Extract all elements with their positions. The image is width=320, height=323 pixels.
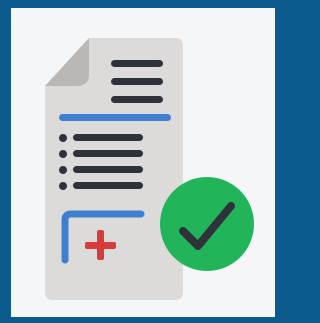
bullet-dot-3 — [59, 166, 67, 174]
icon-canvas — [11, 8, 275, 317]
plus-horizontal — [85, 242, 116, 249]
list-line-3 — [73, 166, 143, 173]
list-line-2 — [73, 150, 143, 157]
bullet-dot-4 — [59, 182, 67, 190]
list-line-4 — [73, 182, 143, 189]
check-badge — [160, 177, 254, 271]
header-line-1 — [111, 60, 163, 67]
folded-corner — [45, 38, 89, 86]
bullet-dot-2 — [59, 150, 67, 158]
document-approved-icon — [45, 38, 254, 300]
list-line-1 — [73, 134, 143, 141]
divider-line — [59, 114, 171, 121]
bullet-dot-1 — [59, 134, 67, 142]
icon-frame — [0, 0, 282, 323]
header-line-3 — [111, 96, 163, 103]
header-line-2 — [111, 78, 163, 85]
